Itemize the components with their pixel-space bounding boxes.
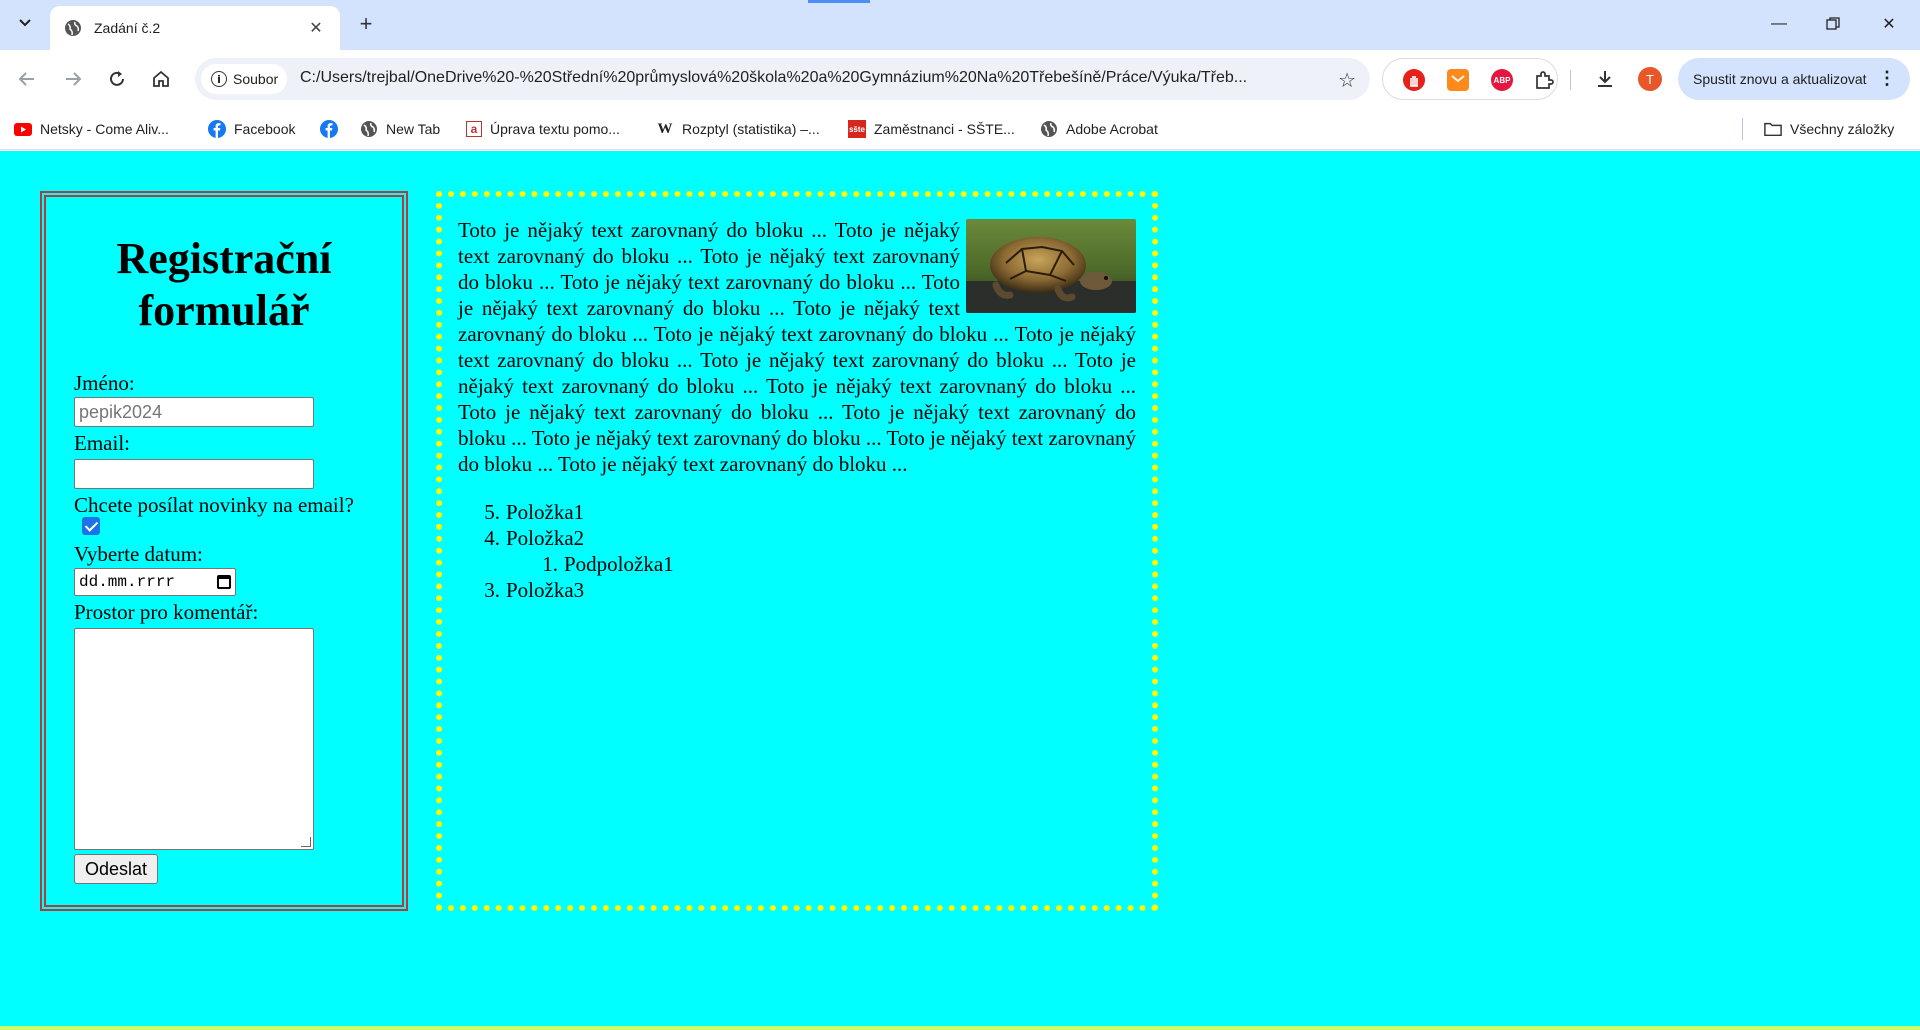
form-title: Registrační formulář	[116, 234, 332, 335]
name-input[interactable]: pepik2024	[74, 397, 314, 427]
toolbar-separator	[1570, 70, 1571, 90]
list-item: 3. Položka3	[484, 578, 585, 602]
tab-search-button[interactable]	[12, 10, 38, 36]
nested-list-item: 1. Podpoložka1	[542, 552, 674, 576]
new-tab-button[interactable]: +	[352, 10, 380, 38]
close-window-icon[interactable]: ✕	[1866, 0, 1912, 48]
newsletter-label: Chcete posílat novinky na email?	[74, 493, 354, 517]
globe-icon	[65, 20, 81, 36]
name-label: Jméno:	[74, 371, 135, 395]
email-label: Email:	[74, 431, 130, 455]
tab-title: Zadání č.2	[94, 20, 161, 36]
back-icon[interactable]	[12, 64, 42, 94]
wikipedia-icon: W	[657, 120, 673, 137]
relaunch-update-label: Spustit znovu a aktualizovat	[1693, 71, 1867, 87]
date-placeholder: dd.mm.rrrr	[79, 573, 176, 591]
facebook-icon	[320, 120, 338, 138]
mail-extension-icon[interactable]	[1447, 69, 1469, 91]
reload-icon[interactable]	[102, 64, 132, 94]
menu-kebab-icon[interactable]: ⋮	[1878, 68, 1896, 89]
youtube-icon	[14, 120, 32, 138]
bookmarks-separator	[1742, 118, 1743, 140]
form-body: Jméno: pepik2024 Email: Chcete posílat n…	[74, 371, 374, 884]
bookmark-item[interactable]: New Tab	[360, 117, 440, 141]
tab-strip-indicator	[808, 0, 870, 3]
bookmark-item[interactable]	[320, 117, 346, 141]
profile-avatar[interactable]: T	[1638, 67, 1662, 91]
bookmark-item[interactable]: sšte Zaměstnanci - SŠTE...	[848, 117, 1015, 141]
folder-icon	[1764, 120, 1782, 138]
email-input[interactable]	[74, 459, 314, 489]
site-chip-label: Soubor	[233, 71, 279, 87]
facebook-icon	[208, 120, 226, 138]
stop-extension-icon[interactable]	[1403, 69, 1425, 91]
page-viewport: Registrační formulář Jméno: pepik2024 Em…	[0, 151, 1920, 1030]
extensions-puzzle-icon[interactable]	[1533, 69, 1555, 91]
page-bottom-edge	[0, 1026, 1920, 1030]
submit-button[interactable]: Odeslat	[74, 854, 159, 884]
newsletter-row: Chcete posílat novinky na email?	[74, 493, 374, 542]
bookmark-item[interactable]: a Úprava textu pomo...	[466, 117, 620, 141]
calendar-icon[interactable]	[217, 575, 231, 589]
comment-label: Prostor pro komentář:	[74, 600, 259, 624]
forward-icon[interactable]	[58, 64, 88, 94]
minimize-icon[interactable]: —	[1756, 0, 1802, 48]
tab-strip: Zadání č.2 ✕ + — ✕	[0, 0, 1920, 50]
relaunch-update-button[interactable]: Spustit znovu a aktualizovat ⋮	[1678, 58, 1910, 100]
globe-icon	[1040, 120, 1058, 138]
tab-active[interactable]: Zadání č.2 ✕	[50, 6, 340, 50]
resize-grip-icon[interactable]	[301, 837, 311, 847]
address-bar[interactable]: i Soubor C:/Users/trejbal/OneDrive%20-%2…	[195, 58, 1370, 100]
url-text[interactable]: C:/Users/trejbal/OneDrive%20-%20Střední%…	[300, 69, 1310, 87]
content-panel: Toto je nějaký text zarovnaný do bloku .…	[436, 191, 1158, 911]
restore-icon[interactable]	[1810, 0, 1856, 48]
bookmark-item[interactable]: Facebook	[208, 117, 295, 141]
site-info-chip[interactable]: i Soubor	[201, 64, 287, 94]
toolbar: i Soubor C:/Users/trejbal/OneDrive%20-%2…	[0, 50, 1920, 108]
close-tab-icon[interactable]: ✕	[306, 18, 326, 38]
extensions-group: ABP	[1382, 58, 1558, 100]
bookmark-item[interactable]: Adobe Acrobat	[1040, 117, 1158, 141]
bookmark-star-icon[interactable]: ☆	[1338, 68, 1356, 92]
chevron-down-icon	[19, 19, 31, 27]
list-item: 5. Položka1	[484, 500, 585, 524]
bookmarks-bar: Netsky - Come Aliv... Facebook New Tab a…	[0, 108, 1920, 150]
ordered-list: 5. Položka1 4. Položka2 1. Podpoložka1 3. Po…	[458, 499, 1136, 603]
document-icon: a	[466, 121, 482, 137]
sste-icon: sšte	[848, 120, 866, 138]
adblock-icon[interactable]: ABP	[1491, 69, 1513, 91]
info-icon: i	[211, 71, 227, 87]
browser-chrome: Zadání č.2 ✕ + — ✕ i Soubor C:/Users/tre…	[0, 0, 1920, 151]
date-label: Vyberte datum:	[74, 542, 203, 566]
list-item: 4. Položka2	[484, 526, 585, 550]
globe-icon	[360, 120, 378, 138]
turtle-photo	[966, 219, 1136, 313]
all-bookmarks-folder[interactable]: Všechny záložky	[1764, 117, 1894, 141]
home-icon[interactable]	[146, 64, 176, 94]
newsletter-checkbox[interactable]	[82, 517, 100, 535]
bookmark-item[interactable]: Netsky - Come Aliv...	[14, 117, 169, 141]
comment-textarea[interactable]	[74, 628, 314, 850]
download-icon[interactable]	[1590, 64, 1620, 94]
bookmark-item[interactable]: W Rozptyl (statistika) –...	[656, 117, 820, 141]
date-input[interactable]: dd.mm.rrrr	[74, 568, 236, 596]
registration-form: Registrační formulář Jméno: pepik2024 Em…	[40, 191, 408, 911]
